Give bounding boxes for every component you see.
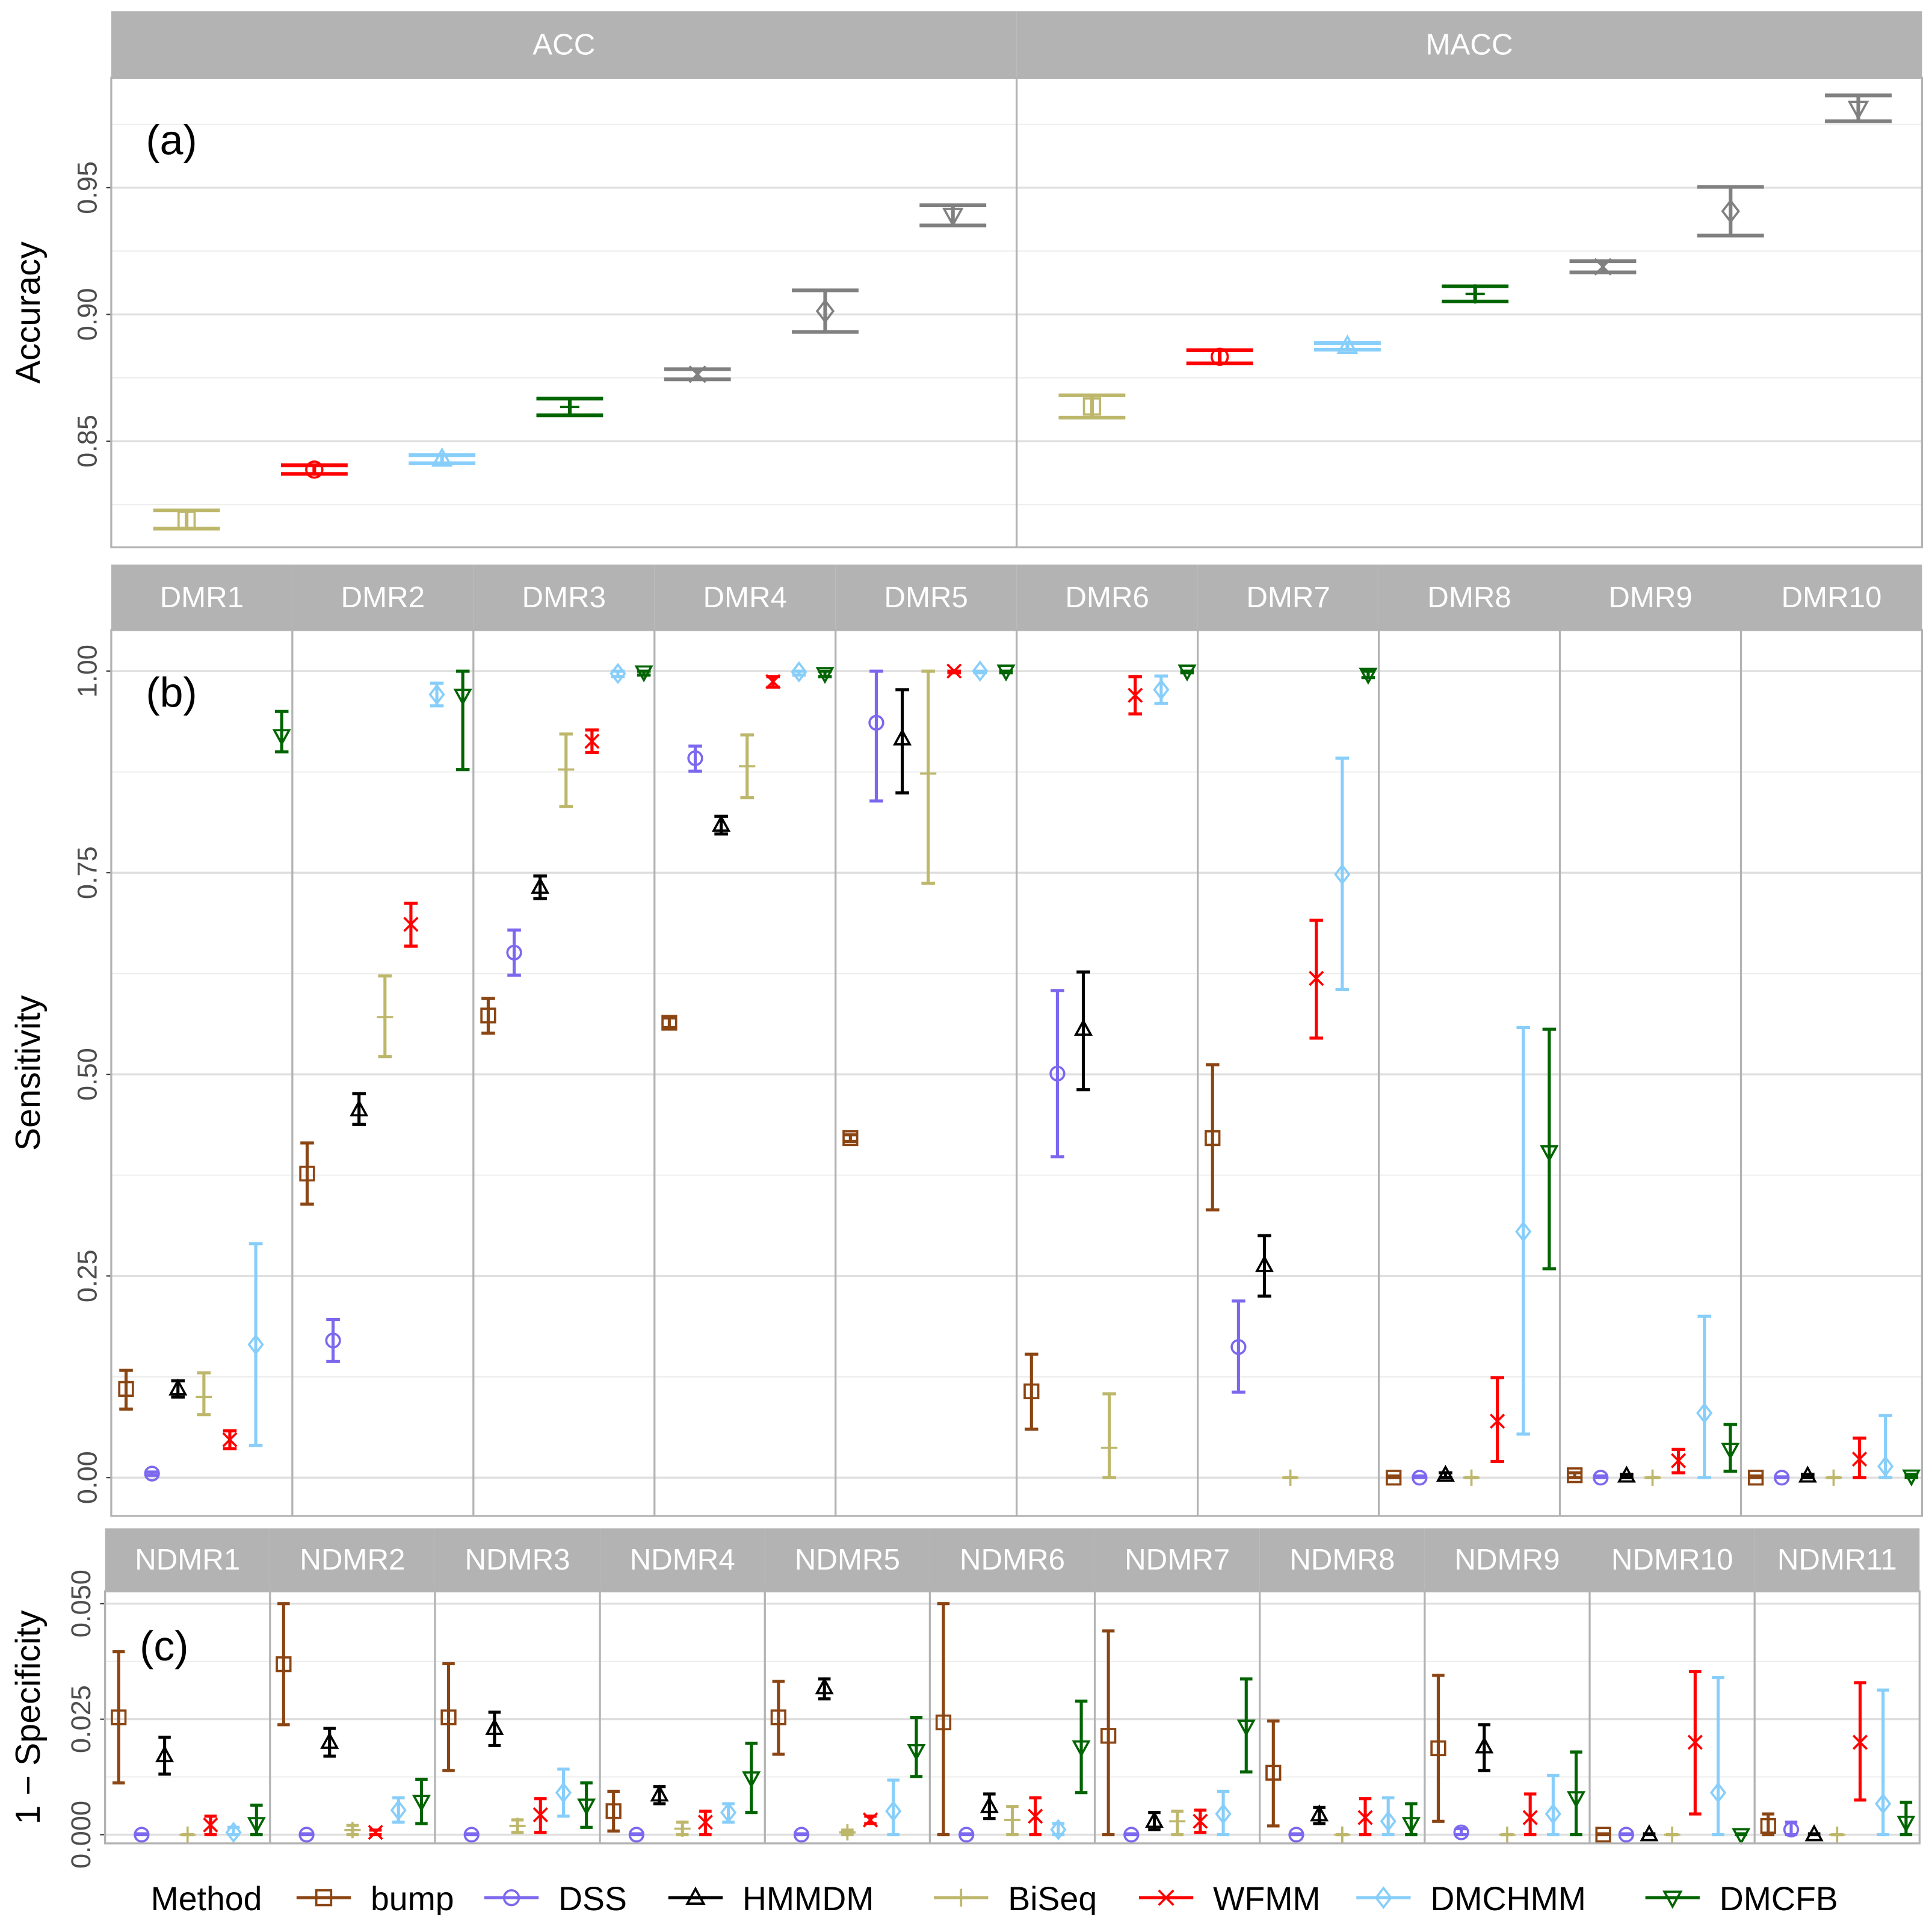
point-biseq — [344, 1822, 361, 1839]
legend-item-wfmm: WFMM — [1138, 1880, 1321, 1915]
legend-label: DMCFB — [1720, 1880, 1838, 1915]
facet-strip-label: NDMR10 — [1611, 1543, 1733, 1576]
figure: 0.850.900.95Accuracy(a)ACC MACC0.000.250.… — [9, 11, 1924, 1915]
y-tick-label: 1.00 — [72, 645, 102, 698]
panel-label: (b) — [146, 669, 197, 716]
y-tick-label: 0.85 — [72, 415, 102, 468]
facet-strip-label: DMR9 — [1608, 581, 1693, 614]
panel-1: 0.85 0.90 0.95 Accuracy (a) ACC MACC — [9, 11, 1924, 549]
panel-2: 0.00 0.25 0.50 0.75 1.00 Sensitivity (b) DMR1 DM… — [9, 565, 1924, 1517]
panel-label: (c) — [140, 1623, 188, 1669]
y-axis-title: 1 − Specificity — [9, 1610, 48, 1824]
facet-strip-label: ACC — [532, 28, 595, 61]
plus-marker — [952, 1889, 971, 1907]
legend-label: BiSeq — [1008, 1880, 1097, 1915]
legend-label: bump — [371, 1880, 454, 1915]
facet-strip-label: DMR1 — [160, 581, 244, 614]
legend-title: Method — [151, 1880, 262, 1915]
y-tick-label: 0.50 — [72, 1048, 102, 1101]
legend-item-bump: bump — [296, 1880, 454, 1915]
y-tick-label: 0.75 — [72, 846, 102, 899]
point-biseq — [674, 1821, 691, 1837]
facet-strip-label: MACC — [1426, 28, 1513, 61]
facet-strip-label: NDMR4 — [630, 1543, 735, 1576]
y-tick-label: 0.050 — [66, 1570, 96, 1638]
legend-label: WFMM — [1213, 1880, 1320, 1915]
facet-strip-label: DMR10 — [1781, 581, 1881, 614]
facet-strip-label: NDMR1 — [135, 1543, 240, 1576]
y-tick-label: 0.00 — [72, 1451, 102, 1504]
facet-strip-label: NDMR3 — [464, 1543, 570, 1576]
facet-strip-label: DMR3 — [522, 581, 606, 614]
legend: Method bump DSS HMMDM BiSeq WFMM DMCHMM DMCFB — [151, 1880, 1838, 1915]
facet-strip-label: DMR5 — [884, 581, 968, 614]
legend-item-dmchmm: DMCHMM — [1356, 1880, 1586, 1915]
facet-strip-label: NDMR7 — [1125, 1543, 1230, 1576]
panel-3: 0.000 0.025 0.050 1 − Specificity (c) NDMR1 ND… — [9, 1528, 1921, 1869]
y-tick-label: 0.25 — [72, 1249, 102, 1302]
facet-strip-label: NDMR11 — [1777, 1543, 1897, 1576]
facet-strip-label: NDMR9 — [1454, 1543, 1560, 1576]
legend-item-hmmdm: HMMDM — [668, 1880, 874, 1915]
panel-label: (a) — [146, 117, 197, 164]
y-axis-title: Accuracy — [9, 241, 48, 384]
facet-strip-label: NDMR5 — [795, 1543, 900, 1576]
legend-item-dmcfb: DMCFB — [1645, 1880, 1838, 1915]
facet-strip-label: DMR7 — [1246, 581, 1330, 614]
legend-label: DSS — [558, 1880, 627, 1915]
point-biseq — [509, 1818, 526, 1834]
facet-strip-label: DMR8 — [1427, 581, 1511, 614]
y-tick-label: 0.90 — [72, 288, 102, 341]
y-tick-label: 0.000 — [66, 1801, 96, 1869]
y-axis-title: Sensitivity — [9, 995, 48, 1151]
legend-label: HMMDM — [742, 1880, 874, 1915]
legend-label: DMCHMM — [1430, 1880, 1586, 1915]
legend-item-biseq: BiSeq — [934, 1880, 1097, 1915]
legend-item-dss: DSS — [484, 1880, 627, 1915]
y-tick-label: 0.95 — [72, 161, 102, 214]
facet-strip-label: NDMR6 — [960, 1543, 1065, 1576]
facet-strip-label: NDMR8 — [1289, 1543, 1395, 1576]
facet-strip-label: DMR4 — [703, 581, 787, 614]
facet-strip-label: DMR6 — [1065, 581, 1149, 614]
facet-strip-label: DMR2 — [341, 581, 425, 614]
y-tick-label: 0.025 — [66, 1685, 96, 1753]
facet-strip-label: NDMR2 — [300, 1543, 405, 1576]
